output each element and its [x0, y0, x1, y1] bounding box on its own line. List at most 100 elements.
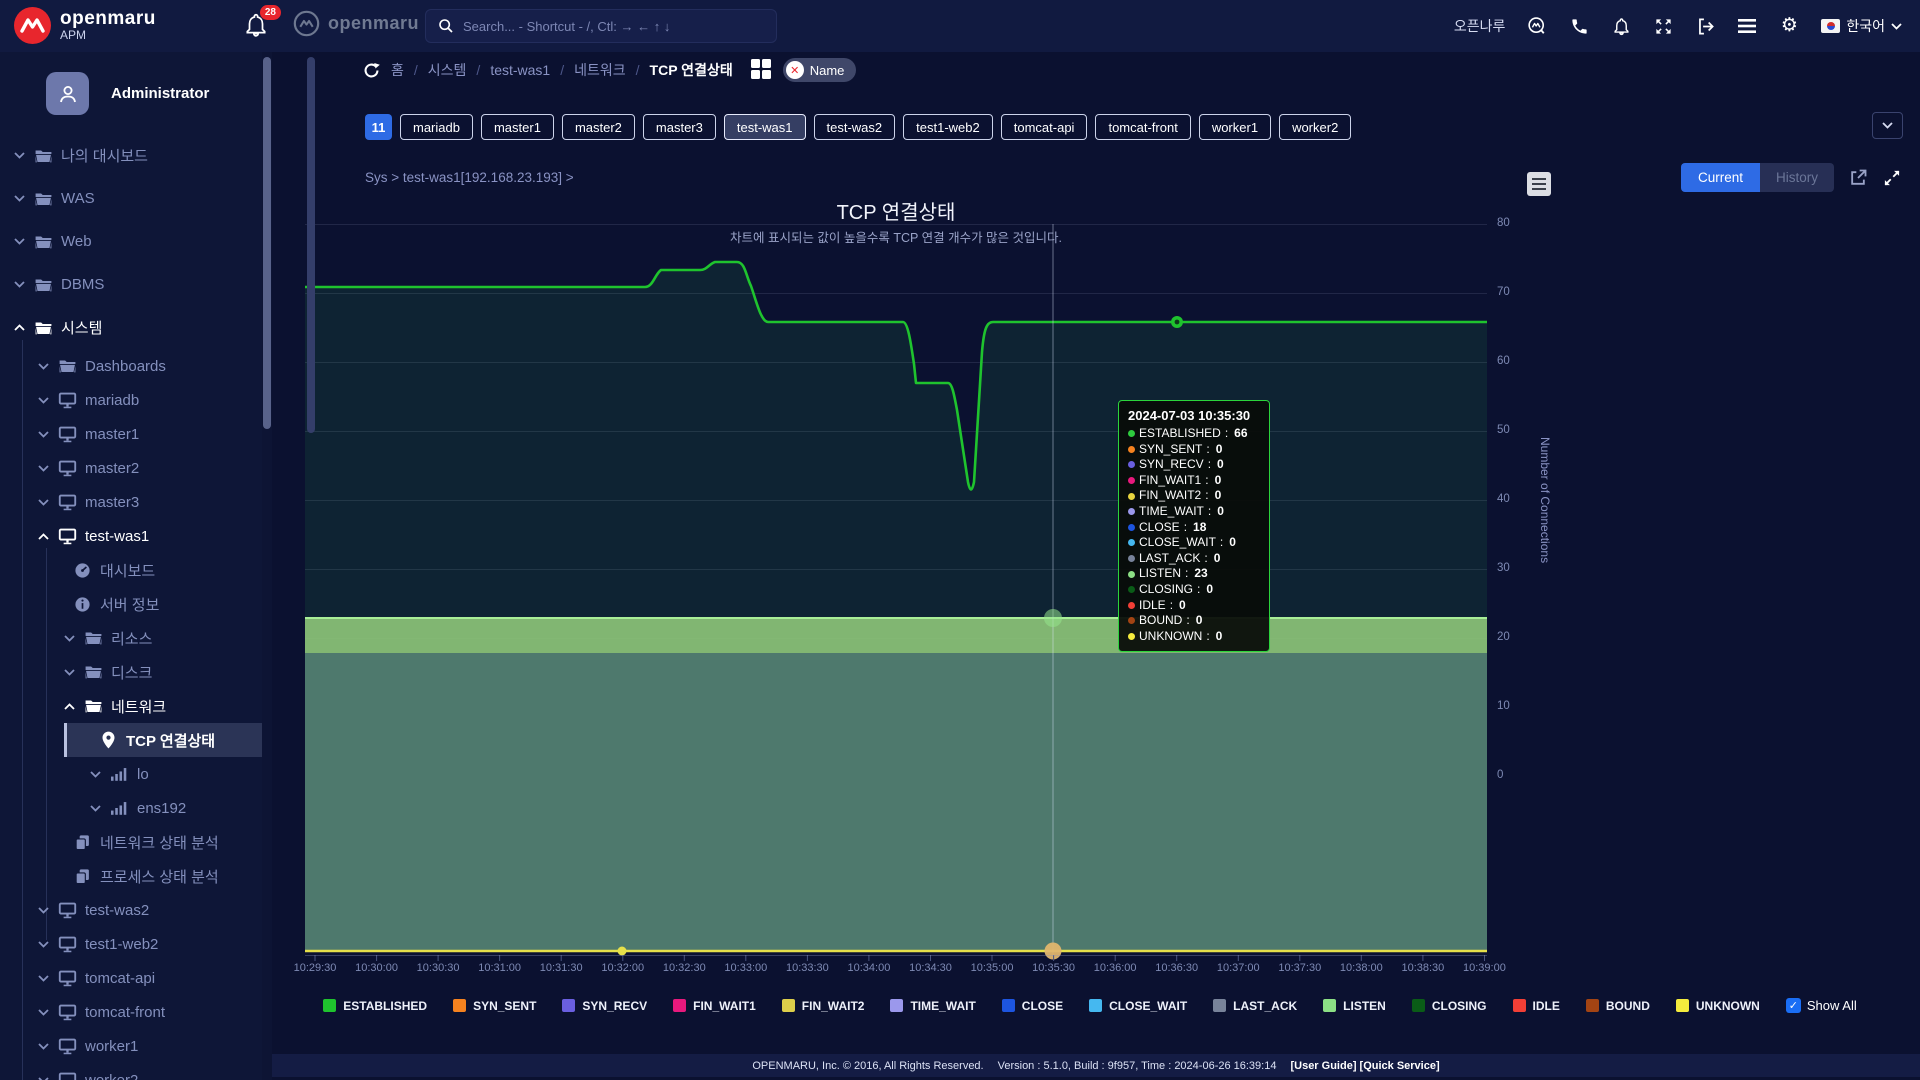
breadcrumb-link[interactable]: 시스템: [428, 60, 467, 80]
alerts-bell-icon[interactable]: [1611, 16, 1631, 36]
tooltip-entry-ESTABLISHED: ESTABLISHED:66: [1128, 426, 1260, 442]
server-tag-test-was1[interactable]: test-was1: [724, 114, 806, 140]
legend-item-LAST_ACK[interactable]: LAST_ACK: [1213, 999, 1297, 1013]
grid-view-icon[interactable]: [751, 59, 773, 81]
server-tag-worker1[interactable]: worker1: [1199, 114, 1271, 140]
server-tag-master2[interactable]: master2: [562, 114, 635, 140]
server-tag-tomcat-front[interactable]: tomcat-front: [1095, 114, 1190, 140]
footer: OPENMARU, Inc. © 2016, All Rights Reserv…: [272, 1054, 1920, 1077]
sidebar-item-worker1[interactable]: worker1: [0, 1029, 262, 1063]
remove-filter-icon[interactable]: ✕: [786, 61, 804, 79]
open-external-icon[interactable]: [1848, 168, 1868, 188]
copy-icon: [72, 868, 92, 885]
breadcrumb-link[interactable]: 네트워크: [574, 60, 626, 80]
legend-item-BOUND[interactable]: BOUND: [1586, 999, 1650, 1013]
server-tag-test1-web2[interactable]: test1-web2: [903, 114, 993, 140]
settings-gear-icon[interactable]: ⚙: [1779, 16, 1799, 36]
legend-item-SYN_RECV[interactable]: SYN_RECV: [562, 999, 647, 1013]
sidebar-item-대시보드[interactable]: 대시보드: [0, 553, 262, 587]
legend-item-ESTABLISHED[interactable]: ESTABLISHED: [323, 999, 427, 1013]
monitor-icon: [57, 936, 77, 953]
chart-legend: ESTABLISHED SYN_SENT SYN_RECV FIN_WAIT1 …: [300, 998, 1880, 1013]
sidebar-item-ens192[interactable]: ens192: [0, 791, 262, 825]
sidebar-item-WAS[interactable]: WAS: [0, 177, 262, 220]
sidebar-item-worker2[interactable]: worker2: [0, 1063, 262, 1080]
server-tag-mariadb[interactable]: mariadb: [400, 114, 473, 140]
apm-monitor-icon[interactable]: [1527, 16, 1547, 36]
legend-item-FIN_WAIT1[interactable]: FIN_WAIT1: [673, 999, 756, 1013]
checkbox-checked-icon[interactable]: ✓: [1786, 998, 1801, 1013]
sidebar-item-test-was2[interactable]: test-was2: [0, 893, 262, 927]
sidebar-item-DBMS[interactable]: DBMS: [0, 263, 262, 306]
sidebar-item-master3[interactable]: master3: [0, 485, 262, 519]
current-button[interactable]: Current: [1681, 163, 1760, 192]
sidebar-item-label: worker2: [85, 1072, 138, 1080]
tooltip-entry-UNKNOWN: UNKNOWN:0: [1128, 629, 1260, 645]
chevron-down-icon: [1891, 23, 1902, 30]
tags-dropdown-button[interactable]: [1872, 112, 1903, 139]
expand-diagonal-icon[interactable]: [1882, 168, 1902, 188]
legend-item-SYN_SENT[interactable]: SYN_SENT: [453, 999, 536, 1013]
phone-icon[interactable]: [1569, 16, 1589, 36]
sidebar-item-mariadb[interactable]: mariadb: [0, 383, 262, 417]
server-tag-tomcat-api[interactable]: tomcat-api: [1001, 114, 1088, 140]
filter-name-label: Name: [810, 63, 845, 78]
sidebar-item-네트워크[interactable]: 네트워크: [0, 689, 262, 723]
legend-item-FIN_WAIT2[interactable]: FIN_WAIT2: [782, 999, 865, 1013]
chevron-down-icon: [38, 1077, 49, 1080]
sidebar-item-시스템[interactable]: 시스템: [0, 306, 262, 349]
sidebar-item-리소스[interactable]: 리소스: [0, 621, 262, 655]
legend-item-UNKNOWN[interactable]: UNKNOWN: [1676, 999, 1760, 1013]
notification-bell[interactable]: 28: [243, 12, 273, 42]
server-tag-master1[interactable]: master1: [481, 114, 554, 140]
tcp-chart-plot[interactable]: [305, 224, 1487, 964]
legend-item-CLOSE_WAIT[interactable]: CLOSE_WAIT: [1089, 999, 1187, 1013]
sidebar-item-서버-정보[interactable]: 서버 정보: [0, 587, 262, 621]
legend-item-CLOSE[interactable]: CLOSE: [1002, 999, 1063, 1013]
legend-item-IDLE[interactable]: IDLE: [1513, 999, 1560, 1013]
sidebar-item-master2[interactable]: master2: [0, 451, 262, 485]
legend-item-TIME_WAIT[interactable]: TIME_WAIT: [890, 999, 975, 1013]
sidebar-item-나의-대시보드[interactable]: 나의 대시보드: [0, 134, 262, 177]
language-selector[interactable]: 한국어: [1821, 16, 1902, 36]
sidebar-scrollbar-thumb[interactable]: [263, 57, 271, 429]
sidebar-item-TCP-연결상태[interactable]: TCP 연결상태: [64, 723, 262, 757]
global-search[interactable]: [425, 9, 777, 43]
content-scrollbar-thumb[interactable]: [307, 57, 315, 433]
legend-item-LISTEN[interactable]: LISTEN: [1323, 999, 1386, 1013]
chevron-down-icon: [38, 397, 49, 404]
sidebar-item-lo[interactable]: lo: [0, 757, 262, 791]
server-tag-master3[interactable]: master3: [643, 114, 716, 140]
server-tag-worker2[interactable]: worker2: [1279, 114, 1351, 140]
sidebar-item-디스크[interactable]: 디스크: [0, 655, 262, 689]
copy-icon: [72, 834, 92, 851]
sidebar-item-tomcat-front[interactable]: tomcat-front: [0, 995, 262, 1029]
server-tag-test-was2[interactable]: test-was2: [814, 114, 896, 140]
footer-links[interactable]: [User Guide] [Quick Service]: [1290, 1060, 1439, 1072]
show-all-toggle[interactable]: ✓ Show All: [1786, 998, 1857, 1013]
sidebar-item-tomcat-api[interactable]: tomcat-api: [0, 961, 262, 995]
search-input[interactable]: [463, 19, 753, 34]
user-display-name[interactable]: 오픈나루: [1454, 16, 1506, 36]
menu-icon[interactable]: [1737, 16, 1757, 36]
sidebar-item-Web[interactable]: Web: [0, 220, 262, 263]
sidebar-item-프로세스-상태-분석[interactable]: 프로세스 상태 분석: [0, 859, 262, 893]
sidebar-item-Dashboards[interactable]: Dashboards: [0, 349, 262, 383]
sidebar-scrollbar[interactable]: [262, 52, 272, 1080]
app-logo[interactable]: openmaru APM: [14, 7, 156, 44]
filter-name-pill[interactable]: ✕ Name: [783, 58, 857, 82]
chart-context-menu-button[interactable]: [1527, 172, 1551, 196]
sidebar-item-test-was1[interactable]: test-was1: [0, 519, 262, 553]
sidebar-item-master1[interactable]: master1: [0, 417, 262, 451]
sidebar-user[interactable]: Administrator: [46, 72, 209, 115]
chevron-up-icon: [14, 324, 25, 331]
logout-icon[interactable]: [1695, 16, 1715, 36]
sidebar-item-네트워크-상태-분석[interactable]: 네트워크 상태 분석: [0, 825, 262, 859]
history-button[interactable]: History: [1760, 163, 1834, 192]
sidebar-item-test1-web2[interactable]: test1-web2: [0, 927, 262, 961]
breadcrumb-link[interactable]: 홈: [391, 60, 404, 80]
fullscreen-icon[interactable]: [1653, 16, 1673, 36]
legend-item-CLOSING[interactable]: CLOSING: [1412, 999, 1487, 1013]
refresh-icon[interactable]: [362, 61, 381, 80]
breadcrumb-link[interactable]: test-was1: [490, 62, 550, 78]
